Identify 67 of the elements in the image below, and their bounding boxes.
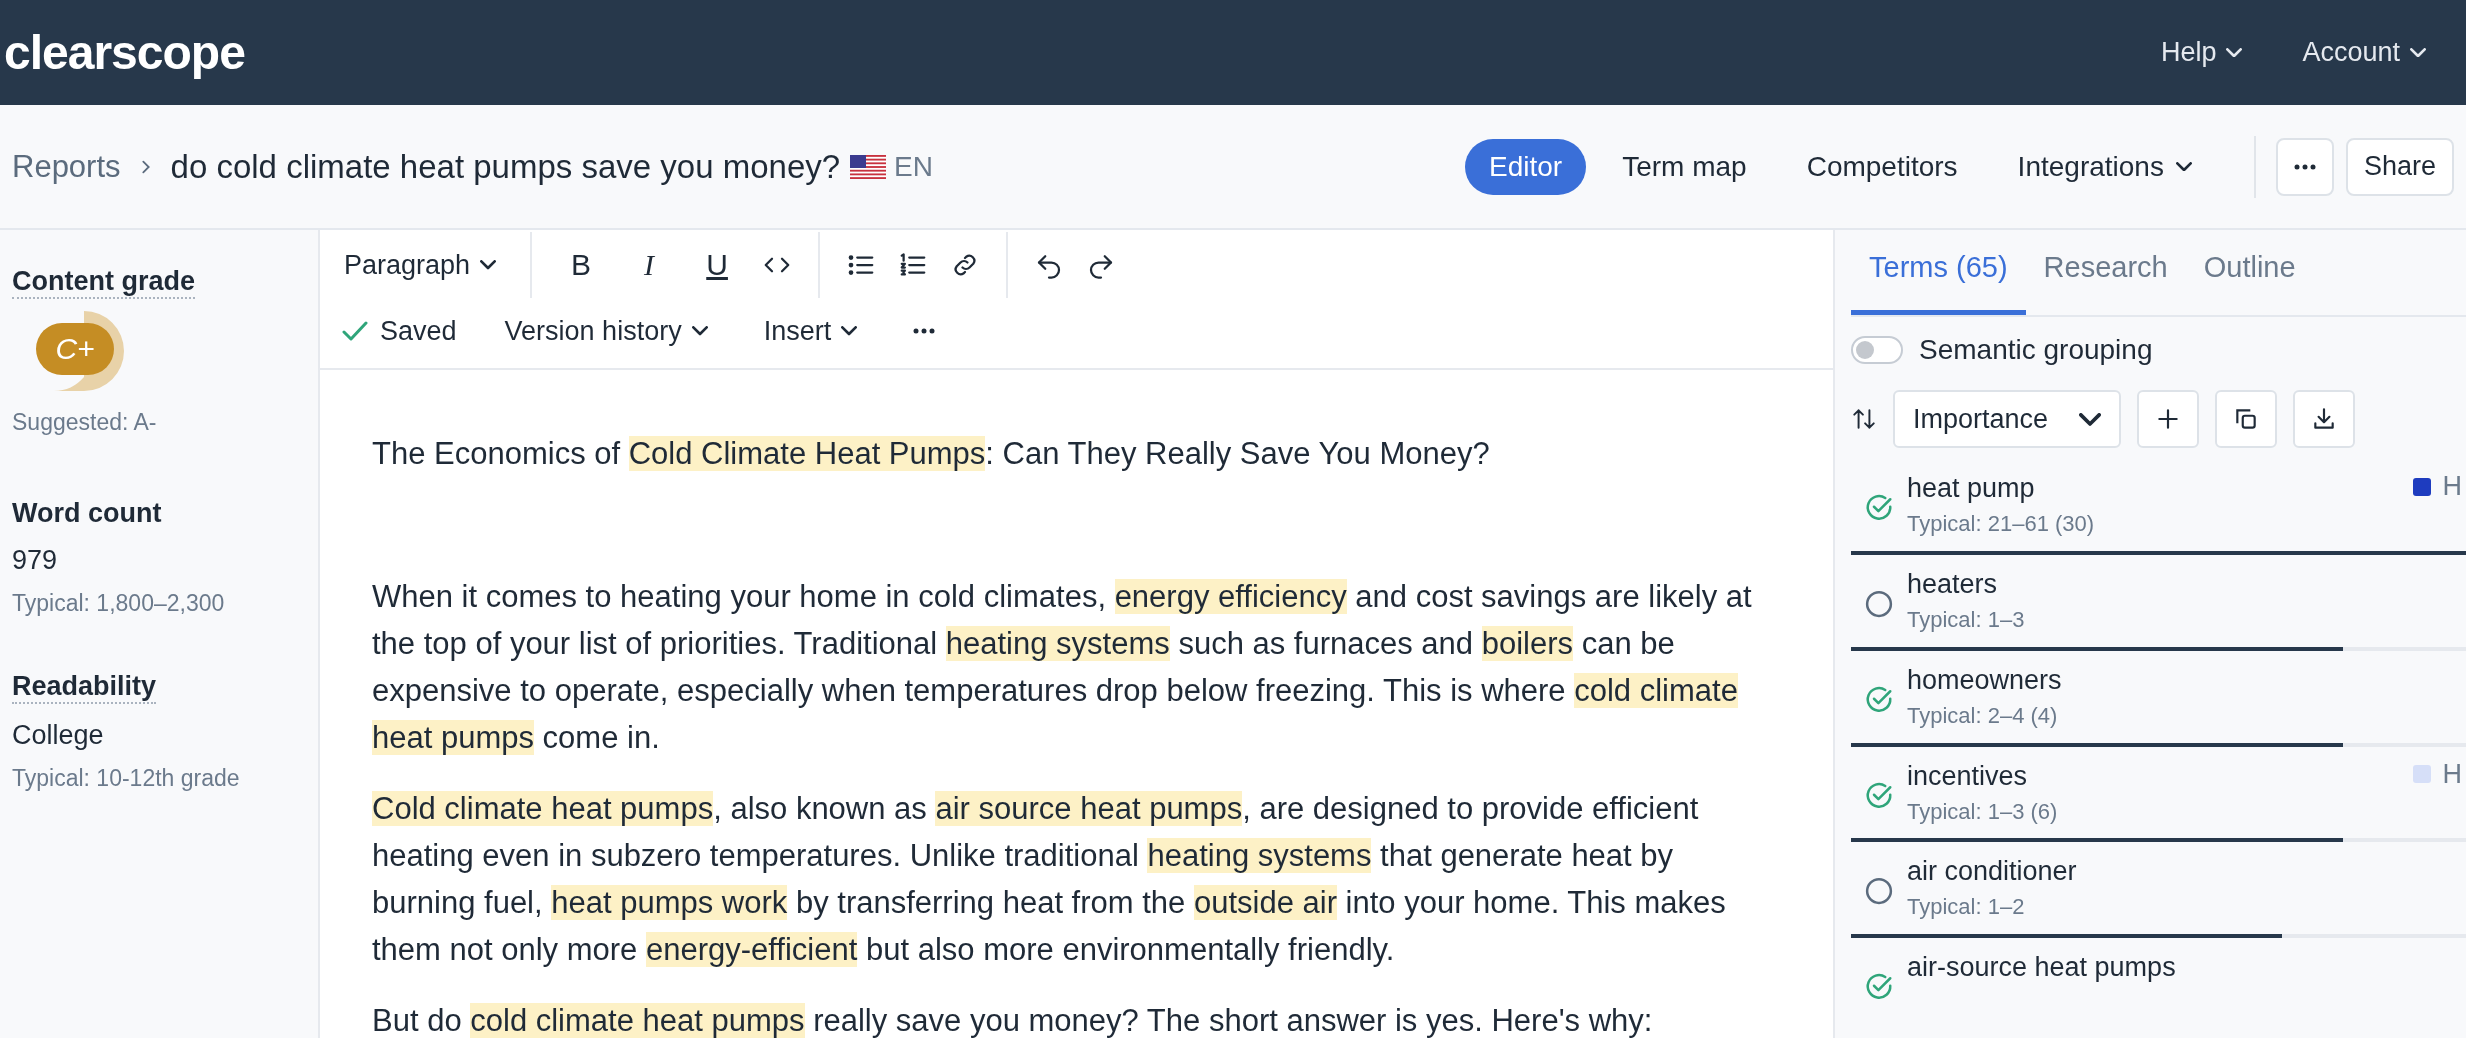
view-tab[interactable]: Term map: [1598, 138, 1771, 195]
copy-button[interactable]: [2215, 390, 2277, 449]
format-button[interactable]: B: [558, 244, 605, 286]
nav-menu[interactable]: Account: [2302, 37, 2426, 68]
term-name: heaters: [1907, 567, 1999, 601]
save-status: Saved: [380, 315, 457, 347]
panel-tab[interactable]: Research: [2025, 251, 2186, 316]
term-name: air conditioner: [1907, 855, 2077, 889]
empty-circle-icon[interactable]: [1864, 588, 1894, 619]
report-title: do cold climate heat pumps save you money?: [170, 147, 841, 186]
typical-range: Typical: 2–4 (4): [1907, 702, 2059, 729]
typical-range: Typical: 21–61 (30): [1907, 511, 2095, 538]
chevron-down-icon: [2410, 47, 2426, 58]
paragraph-dropdown[interactable]: Paragraph: [336, 245, 505, 285]
toggle-switch[interactable]: [1851, 336, 1903, 365]
section-label: Content grade: [12, 266, 195, 299]
term-name: air-source heat pumps: [1907, 951, 2176, 985]
chevron-down-icon: [480, 260, 497, 270]
sort-dropdown[interactable]: Importance: [1893, 390, 2121, 449]
format-button[interactable]: U: [694, 244, 741, 286]
toolbar-menu[interactable]: Insert: [755, 311, 866, 351]
ellipsis-icon: [913, 328, 936, 334]
typical-range: Typical: 1–3 (6): [1907, 798, 2058, 825]
panel-tab[interactable]: Outline: [2185, 251, 2314, 316]
paragraph: When it comes to heating your home in cold climates, energy efficiency and cost savings are likely at the top of your list of priorities. Traditional heating systems such as furnaces and boilers can be expensive to operate, especially when temperatures drop below freezing. This is where cold climate heat pumps come in.: [372, 578, 1753, 757]
toggle-label: Semantic grouping: [1919, 334, 2153, 367]
check-circle-icon[interactable]: [1864, 684, 1894, 715]
paragraph: But do cold climate heat pumps really save you money? The short answer is yes. Here's why:: [372, 1002, 1654, 1038]
word-count: 979: [12, 545, 59, 576]
download-button[interactable]: [2293, 390, 2355, 449]
empty-circle-icon[interactable]: [1864, 876, 1894, 907]
flag-icon: [850, 154, 887, 179]
term-name: heat pump: [1907, 472, 2036, 506]
toolbar-menu[interactable]: Version history: [496, 311, 716, 351]
grade-badge: C+: [36, 323, 114, 375]
checkmark-icon: [342, 320, 368, 342]
logo[interactable]: clearscope: [4, 25, 245, 80]
view-tab[interactable]: Competitors: [1782, 138, 1982, 195]
format-button[interactable]: I: [626, 244, 673, 286]
breadcrumb-link[interactable]: Reports: [12, 148, 121, 185]
typical-range: Typical: 1–2: [1907, 894, 2026, 921]
suggested-grade: Suggested: A-: [12, 409, 158, 436]
share-button[interactable]: Share: [2345, 137, 2454, 196]
section-label: Readability: [12, 671, 157, 704]
typical-range: Typical: 1,800–2,300: [12, 590, 226, 617]
panel-tab[interactable]: Terms (65): [1851, 251, 2026, 316]
term-name: homeowners: [1907, 663, 2062, 697]
document-heading: The Economics of Cold Climate Heat Pumps: Can They Really Save You Money?: [372, 435, 1491, 473]
add-button[interactable]: [2137, 390, 2199, 449]
chevron-down-icon: [691, 326, 708, 336]
chevron-down-icon: [2079, 412, 2101, 426]
paragraph: Cold climate heat pumps, also known as air source heat pumps, are designed to provide efficient heating even in subzero temperatures. Unlike traditional heating systems that generate heat by burning fuel, heat pumps work by transferring heat from the outside air into your home. This makes them not only more energy-efficient but also more environmentally friendly.: [372, 790, 1727, 969]
ellipsis-icon: [2293, 163, 2316, 170]
view-tab[interactable]: Integrations: [1993, 138, 2216, 195]
view-tab[interactable]: Editor: [1465, 138, 1587, 195]
nav-menu[interactable]: Help: [2160, 37, 2243, 68]
readability-level: College: [12, 720, 105, 751]
heading-label: H: [2442, 758, 2462, 790]
chevron-down-icon: [2226, 47, 2243, 58]
check-circle-icon[interactable]: [1864, 780, 1894, 811]
language-label: EN: [894, 150, 933, 183]
typical-range: Typical: 1–3: [1907, 606, 2025, 633]
heading-label: H: [2442, 471, 2462, 503]
typical-range: Typical: 10-12th grade: [12, 765, 241, 792]
chevron-down-icon: [841, 326, 858, 336]
term-name: incentives: [1907, 759, 2029, 793]
section-label: Word count: [12, 498, 162, 529]
